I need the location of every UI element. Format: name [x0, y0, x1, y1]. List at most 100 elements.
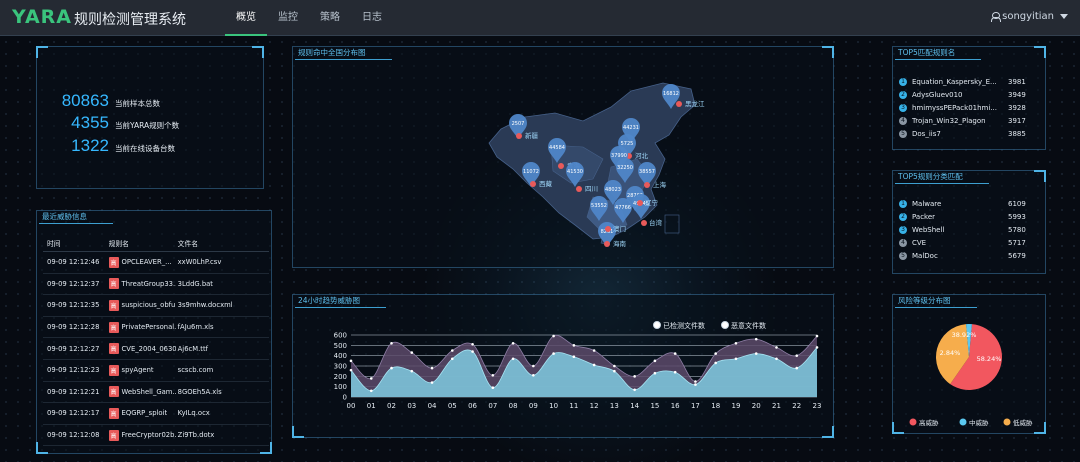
table-header: 时间 规则名 文件名 — [43, 235, 269, 252]
data-point — [754, 337, 758, 341]
rank-value: 3949 — [1008, 90, 1026, 99]
x-tick-label: 11 — [569, 402, 578, 410]
map-pin-value: 16812 — [663, 91, 679, 97]
stat-value: 4355 — [71, 113, 109, 132]
data-point — [349, 368, 353, 372]
list-item: 4 CVE 5717 — [899, 237, 1045, 250]
map-pin-value: 32250 — [617, 165, 633, 171]
data-point — [815, 346, 819, 349]
stat-value: 1322 — [71, 136, 109, 155]
threat-file: 3LddG.bat — [177, 279, 213, 288]
rank-value: 5780 — [1008, 225, 1026, 234]
pie-label: 2.84% — [940, 349, 961, 357]
map-marker-icon — [558, 163, 564, 169]
top5-categories-panel: TOP5规则分类匹配 1 Malware 6109 2 Packer 5993 3 WebSh… — [892, 170, 1046, 274]
province-label: 新疆 — [525, 131, 539, 140]
nav-item-3[interactable]: 日志 — [351, 0, 393, 36]
rule-name: WebShell_Gam... — [121, 387, 176, 396]
rank-value: 5993 — [1008, 212, 1026, 221]
pie-label: 38.92% — [952, 331, 977, 339]
threat-rule: 高 CVE_2004_0630 — [108, 343, 176, 355]
data-point — [633, 375, 636, 378]
x-tick-label: 12 — [590, 402, 599, 410]
x-tick-label: 09 — [529, 402, 538, 410]
table-row[interactable]: 09-09 12:12:08 高 FreeCryptor02b... Zi9Tb.do… — [43, 425, 269, 447]
table-row[interactable]: 09-09 12:12:46 高 OPCLEAVER_... xxW0LhP.csv — [43, 252, 269, 274]
x-tick-label: 17 — [691, 402, 700, 410]
threat-file: 3s9mhw.docxml — [177, 301, 233, 310]
table-row[interactable]: 09-09 12:12:27 高 CVE_2004_0630 Aj6cM.ttf — [43, 338, 269, 360]
data-point — [734, 341, 738, 345]
rank-name: WebShell — [912, 225, 945, 234]
table-row[interactable]: 09-09 12:12:23 高 spyAgent scscb.com — [43, 360, 269, 382]
x-tick-label: 04 — [428, 402, 437, 410]
map-pin-value: 41530 — [567, 169, 583, 175]
data-point — [410, 369, 414, 373]
table-row[interactable]: 09-09 12:12:37 高 ThreatGroup33... 3LddG.bat — [43, 274, 269, 296]
data-point — [754, 352, 758, 355]
map-pin-value: 44231 — [623, 125, 639, 131]
province-label: 澳门 — [613, 224, 626, 233]
x-tick-label: 23 — [813, 402, 822, 410]
top5-categories-list: 1 Malware 6109 2 Packer 5993 3 WebShell 5780 4 CVE… — [899, 197, 1045, 263]
province-label: 河北 — [635, 152, 649, 160]
map-pin-value: 11072 — [523, 169, 539, 175]
data-point — [694, 380, 697, 383]
threat-time: 09-09 12:12:37 — [47, 279, 100, 288]
threat-rule: 高 EQGRP_sploit — [108, 407, 176, 419]
threat-rule: 高 WebShell_Gam... — [108, 386, 176, 398]
rank-name: Malware — [912, 199, 942, 208]
data-point — [430, 366, 434, 370]
threat-rule: 高 OPCLEAVER_... — [108, 256, 176, 268]
china-map: 16812黑龙江2507新疆4423144584青海5725河北37990110… — [488, 82, 705, 248]
threat-rule: 高suspicious_obfu... — [108, 299, 176, 311]
username: songyitian — [1002, 11, 1054, 22]
list-item: 3 hmimyssPEPack01hmi... 3928 — [899, 101, 1045, 114]
rank-value: 3885 — [1008, 130, 1026, 139]
y-tick-label: 200 — [334, 373, 347, 381]
user-menu[interactable]: songyitian — [991, 11, 1068, 22]
panel-corner — [36, 46, 48, 58]
nav-item-1[interactable]: 监控 — [267, 0, 309, 36]
data-point — [451, 349, 454, 352]
map-pin-value: 2507 — [512, 121, 525, 127]
list-item: 1 Malware 6109 — [899, 197, 1045, 210]
threat-file: xxW0LhP.csv — [177, 258, 222, 267]
table-body: 09-09 12:12:46 高 OPCLEAVER_... xxW0LhP.csv 0… — [43, 252, 269, 447]
severity-badge: 高 — [108, 429, 119, 441]
table-row[interactable]: 09-09 12:12:28 高 PrivatePersonal... fAJu6m.… — [43, 317, 269, 339]
x-tick-label: 13 — [610, 402, 619, 410]
x-tick-label: 02 — [387, 402, 396, 410]
rule-name: PrivatePersonal... — [121, 323, 176, 332]
data-point — [532, 374, 535, 377]
table-row[interactable]: 09-09 12:12:21 高 WebShell_Gam... 8GOEh5A.xl… — [43, 382, 269, 404]
table-row[interactable]: 09-09 12:12:35 高suspicious_obfu...3s9mhw.… — [43, 295, 269, 317]
map-pin-value: 53552 — [591, 203, 607, 209]
rank-name: Equation_Kaspersky_E... — [912, 77, 997, 86]
data-point — [451, 357, 454, 361]
severity-badge: 高 — [108, 343, 119, 355]
column-header-time: 时间 — [47, 240, 61, 248]
y-tick-label: 300 — [334, 363, 347, 371]
panel-title: TOP5匹配规则名 — [895, 46, 982, 60]
map-marker-icon — [604, 241, 610, 247]
data-point — [673, 352, 677, 355]
x-tick-label: 15 — [650, 402, 659, 410]
table-row[interactable]: 09-09 12:12:17 高 EQGRP_sploit KyILq.ocx — [43, 403, 269, 425]
threat-time: 09-09 12:12:27 — [47, 344, 100, 353]
top5-rules-panel: TOP5匹配规则名 1 Equation_Kaspersky_E... 3981 2 A… — [892, 46, 1046, 150]
rank-number: 3 — [899, 103, 907, 112]
threat-file: KyILq.ocx — [177, 409, 210, 418]
rank-name: Dos_iis7 — [912, 130, 941, 139]
map-pin-value: 48023 — [605, 187, 621, 193]
panel-corner — [1034, 170, 1046, 182]
data-point — [775, 346, 778, 349]
rank-name: MalDoc — [912, 252, 938, 261]
list-item: 5 Dos_iis7 3885 — [899, 128, 1045, 141]
list-item: 2 AdysGluev010 3949 — [899, 88, 1045, 101]
legend-marker — [959, 418, 967, 426]
x-tick-label: 19 — [731, 402, 740, 410]
threat-rule: 高 PrivatePersonal... — [108, 321, 176, 333]
nav-item-0[interactable]: 概览 — [225, 0, 267, 36]
nav-item-2[interactable]: 策略 — [309, 0, 351, 36]
